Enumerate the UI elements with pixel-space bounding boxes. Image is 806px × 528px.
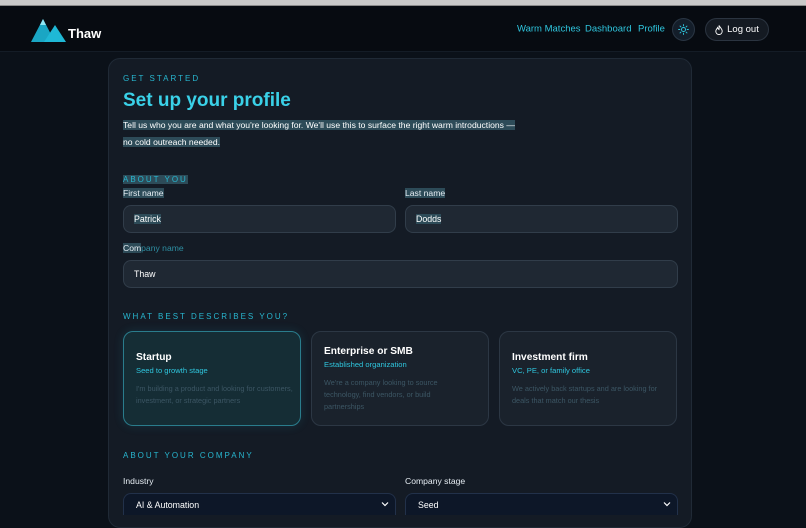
last-name-label: Last name	[405, 188, 446, 198]
flame-icon	[715, 24, 723, 35]
company-stage-select[interactable]: Seed	[405, 493, 678, 515]
chevron-down-icon	[663, 502, 671, 507]
first-name-field[interactable]: Patrick	[123, 205, 396, 233]
first-name-label: First name	[123, 188, 164, 198]
option-startup[interactable]: Startup Seed to growth stage I'm buildin…	[123, 331, 301, 426]
company-name-value: Thaw	[134, 269, 156, 279]
about-company-heading: ABOUT YOUR COMPANY	[123, 451, 254, 460]
first-name-value: Patrick	[134, 214, 161, 224]
option-investment-firm[interactable]: Investment firm VC, PE, or family office…	[499, 331, 677, 426]
intro-line-1: Tell us who you are and what you're look…	[123, 120, 515, 130]
profile-setup-card: GET STARTED Set up your profile Tell us …	[108, 58, 692, 528]
company-stage-value: Seed	[418, 500, 439, 510]
intro-line-2: no cold outreach needed.	[123, 137, 220, 147]
nav-dashboard[interactable]: Dashboard	[585, 24, 631, 35]
intro-text: Tell us who you are and what you're look…	[123, 117, 533, 151]
app-name: Thaw	[68, 25, 102, 41]
company-stage-label: Company stage	[405, 476, 466, 486]
last-name-value: Dodds	[416, 214, 442, 224]
company-name-field[interactable]: Thaw	[123, 260, 678, 288]
nav-profile[interactable]: Profile	[638, 24, 665, 35]
industry-select[interactable]: AI & Automation	[123, 493, 396, 515]
option-investment-title: Investment firm	[512, 352, 588, 363]
about-you-heading: ABOUT YOU	[123, 175, 188, 184]
logout-button[interactable]: Log out	[705, 18, 769, 41]
option-enterprise-title: Enterprise or SMB	[324, 346, 413, 357]
option-enterprise[interactable]: Enterprise or SMB Established organizati…	[311, 331, 489, 426]
get-started-eyebrow: GET STARTED	[123, 74, 201, 83]
logout-label: Log out	[727, 24, 759, 35]
theme-toggle-button[interactable]	[672, 18, 695, 41]
option-investment-description: We actively back startups and are lookin…	[512, 384, 658, 405]
option-startup-subtitle: Seed to growth stage	[136, 366, 208, 375]
chevron-down-icon	[381, 502, 389, 507]
option-startup-title: Startup	[136, 352, 172, 363]
page-title: Set up your profile	[123, 90, 291, 111]
option-startup-description: I'm building a product and looking for c…	[136, 384, 293, 405]
last-name-field[interactable]: Dodds	[405, 205, 678, 233]
industry-value: AI & Automation	[136, 500, 200, 510]
company-name-label: Company name	[123, 243, 184, 253]
app-logo[interactable]: Thaw	[31, 16, 101, 44]
mountain-logo-icon	[31, 19, 66, 42]
nav-warm-matches[interactable]: Warm Matches	[517, 24, 581, 35]
describes-heading: WHAT BEST DESCRIBES YOU?	[123, 312, 290, 321]
option-enterprise-description: We're a company looking to source techno…	[324, 378, 438, 411]
top-navbar: Thaw Warm Matches Dashboard Profile Log …	[0, 6, 806, 52]
option-investment-subtitle: VC, PE, or family office	[512, 366, 590, 375]
option-enterprise-subtitle: Established organization	[324, 360, 407, 369]
sun-icon	[678, 24, 689, 35]
industry-label: Industry	[123, 476, 154, 486]
